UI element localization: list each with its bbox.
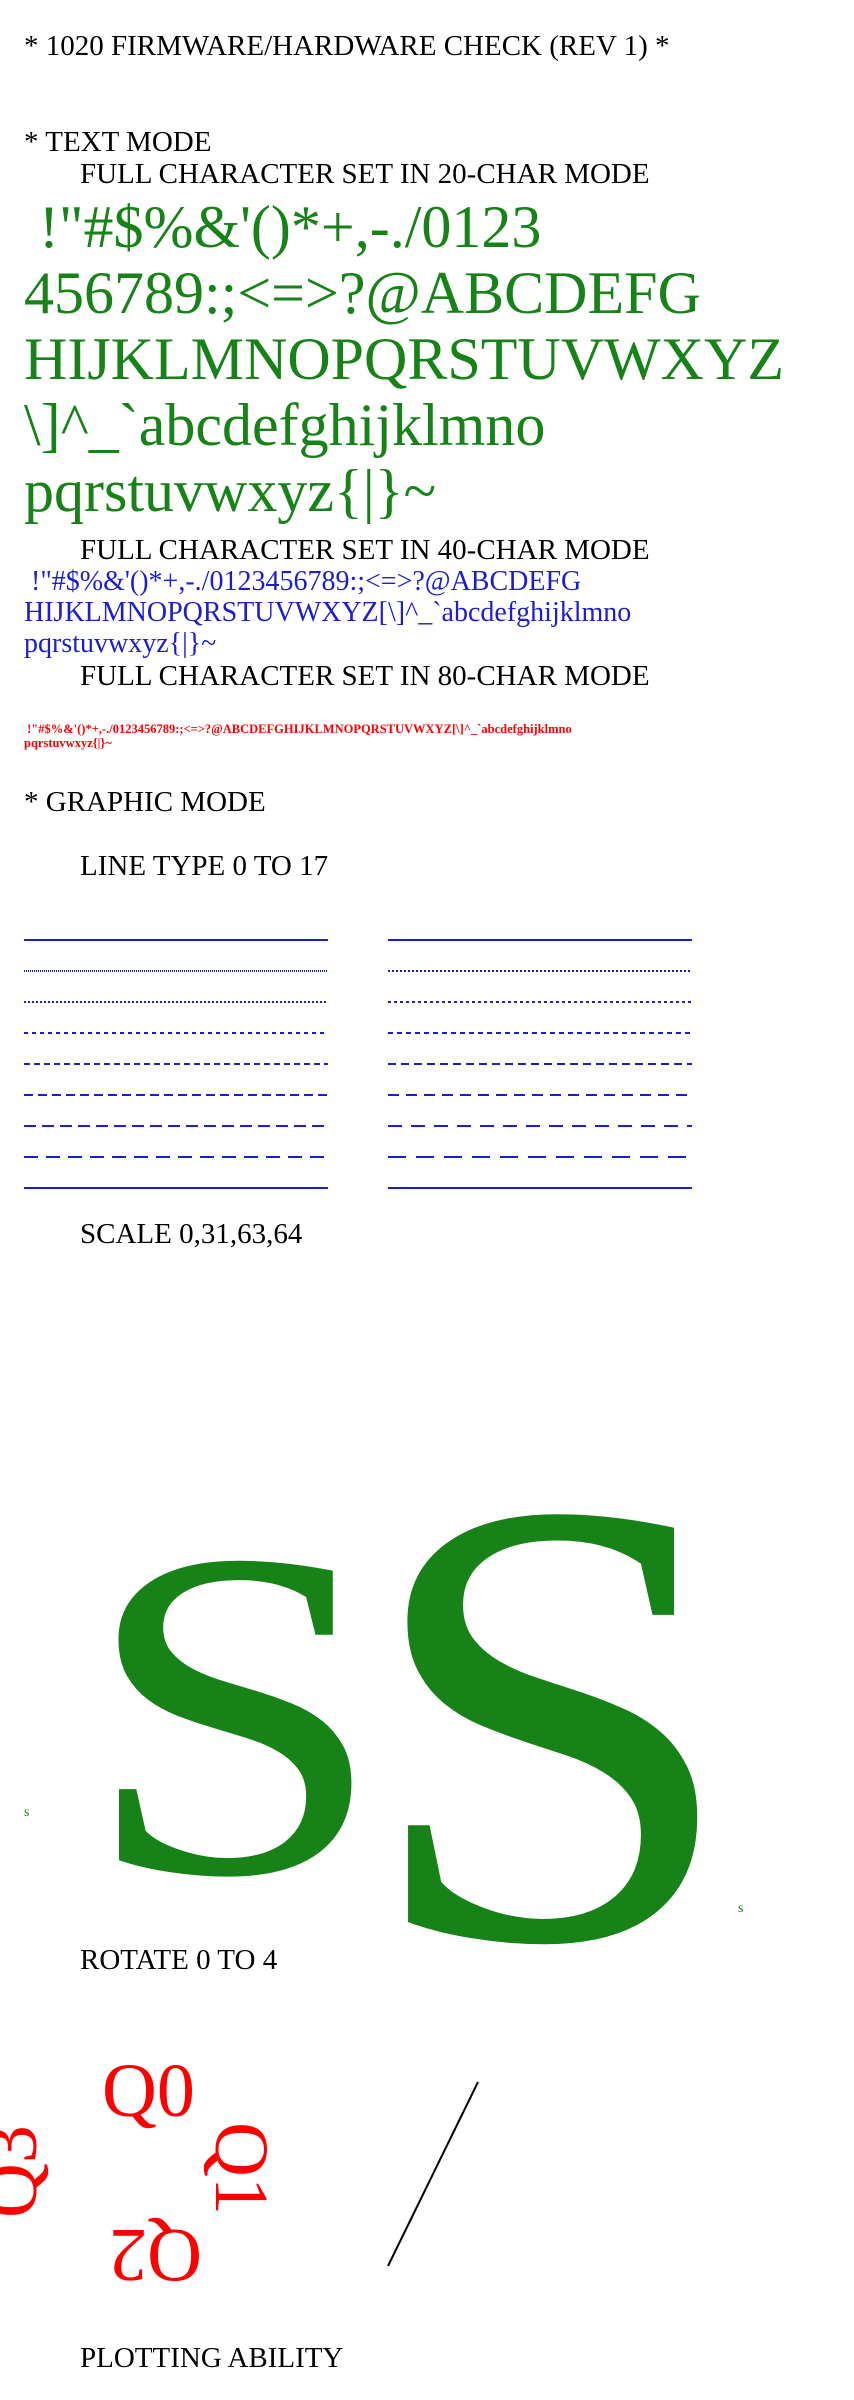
mode40-label: FULL CHARACTER SET IN 40-CHAR MODE <box>80 534 650 566</box>
graphic-mode-heading: * GRAPHIC MODE <box>24 786 266 818</box>
mode80-label: FULL CHARACTER SET IN 80-CHAR MODE <box>80 660 650 692</box>
mode20-line: HIJKLMNOPQRSTUVWXYZ <box>24 326 784 392</box>
mode80-line: pqrstuvwxyz{|}~ <box>24 736 112 750</box>
rotate-glyph-0: Q0 <box>102 2049 195 2133</box>
line-type-samples <box>24 939 692 1189</box>
mode20-line: \]^_`abcdefghijklmno <box>24 392 546 458</box>
mode80-line: !"#$%&'()*+,-./0123456789:;<=>?@ABCDEFGH… <box>24 722 572 736</box>
page-title: * 1020 FIRMWARE/HARDWARE CHECK (REV 1) * <box>24 30 670 62</box>
rotate-glyph-1: Q1 <box>199 2122 283 2215</box>
rotate-samples: Q0 Q1 Q2 Q3 <box>0 2049 479 2297</box>
mode40-line: HIJKLMNOPQRSTUVWXYZ[\]^_`abcdefghijklmno <box>24 597 632 628</box>
mode40-line: !"#$%&'()*+,-./0123456789:;<=>?@ABCDEFG <box>24 566 582 597</box>
mode40-charset: !"#$%&'()*+,-./0123456789:;<=>?@ABCDEFG … <box>24 566 631 659</box>
mode20-label: FULL CHARACTER SET IN 20-CHAR MODE <box>80 158 650 190</box>
rotate-label: ROTATE 0 TO 4 <box>80 1944 278 1976</box>
mode80-charset: !"#$%&'()*+,-./0123456789:;<=>?@ABCDEFGH… <box>24 722 572 750</box>
scale-letter-64: s <box>738 1901 743 1916</box>
scale-letter-0: s <box>24 1805 29 1820</box>
mode20-line: 456789:;<=>?@ABCDEFG <box>24 260 701 326</box>
text-mode-heading: * TEXT MODE <box>24 126 212 158</box>
mode20-line: pqrstuvwxyz{|}~ <box>24 458 437 524</box>
scale-samples: s S S s <box>24 1367 743 2076</box>
scale-letter-63: S <box>362 1367 739 2076</box>
rotate-glyph-2: Q2 <box>109 2213 202 2297</box>
mode20-charset: !"#$%&'()*+,-./0123 456789:;<=>?@ABCDEFG… <box>24 194 784 524</box>
mode20-line: !"#$%&'()*+,-./0123 <box>24 194 542 260</box>
scale-letter-31: S <box>82 1454 385 1975</box>
rotate-line <box>387 2081 479 2267</box>
rotate-glyph-3: Q3 <box>0 2125 53 2218</box>
line-type-label: LINE TYPE 0 TO 17 <box>80 850 329 882</box>
plotting-label: PLOTTING ABILITY <box>80 2342 344 2374</box>
mode40-line: pqrstuvwxyz{|}~ <box>24 628 217 659</box>
